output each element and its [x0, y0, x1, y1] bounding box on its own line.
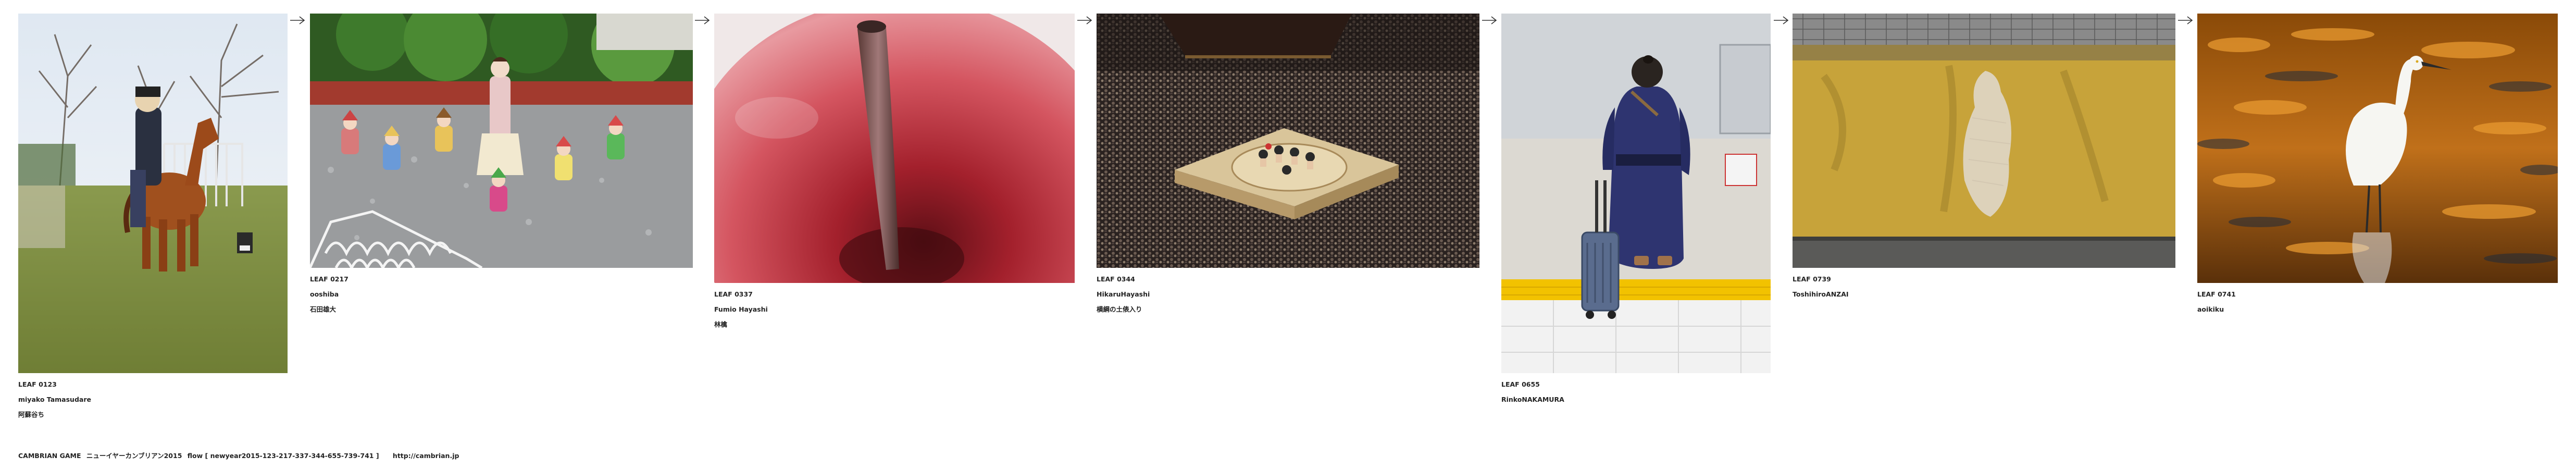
garden-figurines-photo[interactable] — [310, 14, 693, 268]
white-egret-photo[interactable] — [2197, 14, 2558, 283]
leaf-id: LEAF 0655 — [1501, 380, 1540, 388]
leaf-card-0344: LEAF 0344 HikaruHayashi 横綱の土俵入り — [1097, 14, 1479, 320]
sumo-arena-photo[interactable] — [1097, 14, 1479, 268]
leaf-id: LEAF 0739 — [1793, 275, 1831, 283]
leaf-title: 石田雄大 — [310, 305, 337, 313]
leaf-author[interactable]: ooshiba — [310, 290, 693, 299]
yellow-wall-photo[interactable] — [1793, 14, 2175, 268]
footer: CAMBRIAN GAME ニューイヤーカンブリアン2015 flow [ ne… — [18, 450, 462, 460]
sumo-wrestler-station-photo[interactable] — [1501, 14, 1771, 373]
arrow-right-icon — [1077, 16, 1092, 24]
leaf-card-0741: LEAF 0741 aoikiku — [2197, 14, 2558, 320]
leaf-title: 阿蘇谷ち — [18, 411, 45, 418]
leaf-author[interactable]: Fumio Hayashi — [714, 305, 1075, 314]
arrow-right-icon — [1482, 16, 1497, 24]
leaf-card-0655: LEAF 0655 RinkoNAKAMURA — [1501, 14, 1771, 411]
leaf-card-0217: LEAF 0217 ooshiba 石田雄大 — [310, 14, 693, 320]
leaf-author[interactable]: miyako Tamasudare — [18, 396, 288, 404]
leaf-author[interactable]: aoikiku — [2197, 305, 2558, 314]
leaf-id: LEAF 0217 — [310, 275, 349, 283]
arrow-right-icon — [695, 16, 710, 24]
arrow-right-icon — [2178, 16, 2193, 24]
leaf-author[interactable]: ToshihiroANZAI — [1793, 290, 2175, 299]
footer-link[interactable]: http://cambrian.jp — [393, 452, 459, 460]
horse-statue-photo[interactable] — [18, 14, 288, 373]
leaf-card-0337: LEAF 0337 Fumio Hayashi 林檎 — [714, 14, 1075, 336]
apple-closeup-photo[interactable] — [714, 14, 1075, 283]
leaf-title: 横綱の土俵入り — [1097, 305, 1142, 313]
leaf-id: LEAF 0337 — [714, 290, 753, 298]
leaf-id: LEAF 0344 — [1097, 275, 1135, 283]
arrow-right-icon — [1774, 16, 1789, 24]
leaf-card-0739: LEAF 0739 ToshihiroANZAI — [1793, 14, 2175, 305]
leaf-id: LEAF 0741 — [2197, 290, 2236, 298]
footer-event: ニューイヤーカンブリアン2015 — [86, 452, 182, 460]
footer-flow: flow [ newyear2015-123-217-337-344-655-7… — [187, 452, 379, 460]
leaf-author[interactable]: HikaruHayashi — [1097, 290, 1479, 299]
leaf-id: LEAF 0123 — [18, 380, 57, 388]
leaf-title: 林檎 — [714, 320, 728, 328]
arrow-right-icon — [290, 16, 305, 24]
leaf-card-0123: LEAF 0123 miyako Tamasudare 阿蘇谷ち — [18, 14, 288, 426]
footer-brand: CAMBRIAN GAME — [18, 452, 81, 460]
leaf-author[interactable]: RinkoNAKAMURA — [1501, 396, 1771, 404]
